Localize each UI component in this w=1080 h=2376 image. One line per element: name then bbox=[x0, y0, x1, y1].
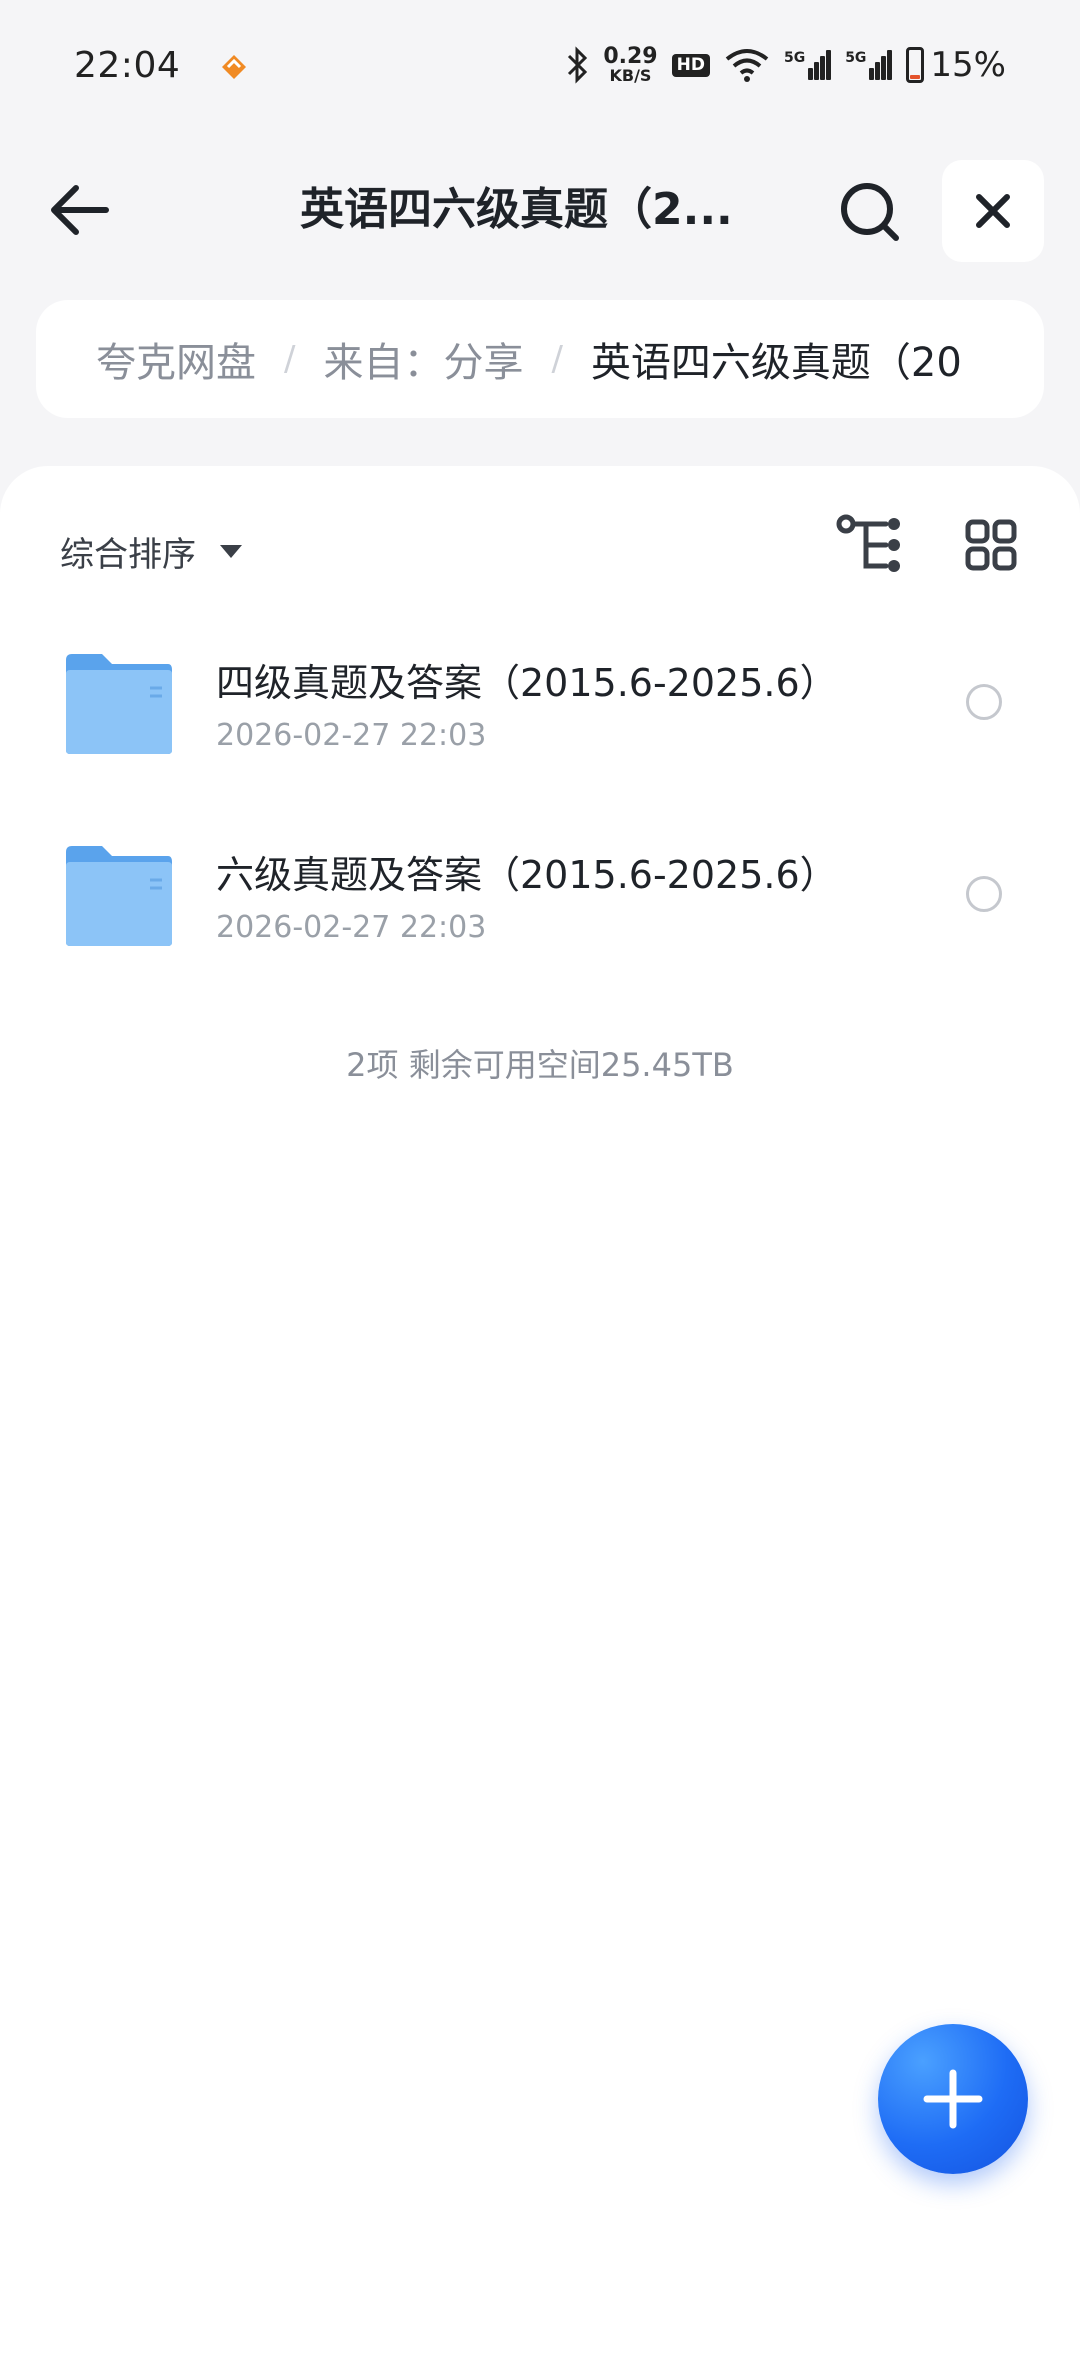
heart-badge-icon bbox=[222, 55, 247, 79]
status-bar: 22:04 0.29 KB/S HD 5G 5G 15% bbox=[0, 0, 1080, 130]
status-time: 22:04 bbox=[74, 44, 181, 86]
breadcrumb: 夸克网盘 / 来自：分享 / 英语四六级真题（20 bbox=[36, 300, 1044, 418]
status-indicators: 0.29 KB/S HD 5G 5G 15% bbox=[565, 45, 1006, 85]
tree-view-button[interactable] bbox=[836, 510, 906, 580]
signal-sim1-icon: 5G bbox=[783, 50, 832, 80]
file-list-item[interactable]: 四级真题及答案（2015.6-2025.6） 2026-02-27 22:03 bbox=[0, 630, 1080, 780]
file-date: 2026-02-27 22:03 bbox=[216, 718, 487, 753]
add-button[interactable] bbox=[878, 2024, 1028, 2174]
breadcrumb-item-root[interactable]: 夸克网盘 bbox=[96, 330, 256, 388]
search-button[interactable] bbox=[832, 174, 908, 250]
folder-icon bbox=[66, 654, 172, 754]
battery-percent: 15% bbox=[930, 45, 1006, 85]
title-bar: 英语四六级真题（2... bbox=[0, 150, 1080, 270]
network-speed-value: 0.29 bbox=[603, 44, 658, 69]
breadcrumb-separator: / bbox=[551, 339, 563, 379]
network-speed-unit: KB/S bbox=[609, 66, 652, 85]
breadcrumb-item-current: 英语四六级真题（20 bbox=[590, 340, 962, 386]
back-button[interactable] bbox=[44, 174, 116, 246]
close-button[interactable] bbox=[942, 160, 1044, 262]
grid-view-icon bbox=[965, 519, 1017, 571]
file-date: 2026-02-27 22:03 bbox=[216, 910, 487, 945]
sim2-label: 5G bbox=[845, 50, 867, 66]
breadcrumb-separator: / bbox=[284, 339, 296, 379]
sort-dropdown[interactable]: 综合排序 bbox=[60, 506, 242, 596]
sim1-label: 5G bbox=[783, 50, 806, 66]
storage-summary: 2项 剩余可用空间25.45TB bbox=[346, 1046, 734, 1084]
search-icon bbox=[841, 183, 899, 241]
file-name: 四级真题及答案（2015.6-2025.6） bbox=[216, 661, 838, 705]
network-speed: 0.29 KB/S bbox=[603, 46, 657, 84]
select-radio[interactable] bbox=[966, 684, 1002, 720]
battery-indicator: 15% bbox=[906, 45, 1006, 85]
hd-badge: HD bbox=[671, 53, 710, 77]
file-list-item[interactable]: 六级真题及答案（2015.6-2025.6） 2026-02-27 22:03 bbox=[0, 822, 1080, 972]
breadcrumb-item-share[interactable]: 来自：分享 bbox=[323, 330, 523, 388]
file-name: 六级真题及答案（2015.6-2025.6） bbox=[216, 853, 838, 897]
page-title: 英语四六级真题（2... bbox=[300, 184, 733, 235]
select-radio[interactable] bbox=[966, 876, 1002, 912]
wifi-icon bbox=[725, 49, 769, 82]
arrow-left-icon bbox=[51, 185, 109, 235]
signal-sim2-icon: 5G bbox=[845, 50, 893, 80]
grid-view-button[interactable] bbox=[960, 510, 1022, 580]
close-icon bbox=[976, 194, 1010, 228]
bluetooth-icon bbox=[568, 46, 588, 84]
caret-down-icon bbox=[220, 544, 242, 558]
folder-icon bbox=[66, 846, 172, 946]
sort-label: 综合排序 bbox=[60, 534, 196, 575]
battery-icon bbox=[906, 47, 925, 83]
plus-icon bbox=[923, 2069, 983, 2129]
tree-view-icon bbox=[836, 514, 900, 572]
